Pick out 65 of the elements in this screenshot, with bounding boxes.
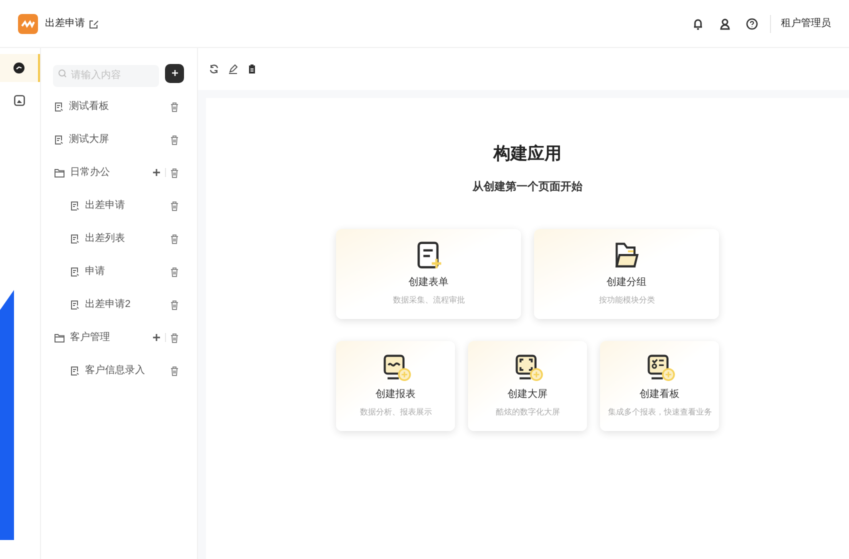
folder-icon — [54, 332, 65, 342]
trash-icon[interactable] — [170, 200, 179, 210]
card-title: 创建报表 — [376, 388, 416, 402]
card-description: 集成多个报表，快速查看业务 — [608, 406, 712, 418]
card-title: 创建看板 — [640, 388, 680, 402]
trash-icon[interactable] — [170, 168, 179, 178]
search-icon — [58, 69, 67, 78]
app-title: 出差申请 — [45, 16, 85, 31]
page-label[interactable]: 出差申请2 — [85, 297, 131, 312]
bell-icon[interactable] — [692, 18, 704, 30]
edit-icon[interactable] — [89, 18, 99, 28]
card-title: 创建大屏 — [508, 388, 548, 402]
document-icon — [70, 366, 80, 376]
create-card[interactable]: 创建表单 数据采集、流程审批 — [336, 229, 521, 319]
card-title: 创建表单 — [408, 276, 448, 290]
plus-icon[interactable] — [152, 333, 161, 342]
document-icon — [54, 102, 64, 112]
page-label[interactable]: 客户信息录入 — [85, 363, 145, 378]
document-icon — [70, 200, 80, 210]
screen-monitor-icon — [512, 353, 542, 383]
dashboard-monitor-icon — [644, 353, 674, 383]
add-button[interactable] — [165, 64, 184, 82]
card-description: 酷炫的数字化大屏 — [496, 406, 560, 418]
create-card[interactable]: 创建分组 按功能模块分类 — [534, 229, 719, 319]
chart-monitor-icon — [380, 353, 410, 383]
plus-icon[interactable] — [152, 168, 161, 177]
create-card[interactable]: 创建报表 数据分析、报表展示 — [336, 341, 455, 431]
folder-icon — [54, 168, 65, 178]
refresh-icon[interactable] — [209, 64, 219, 74]
document-icon — [70, 234, 80, 244]
app-logo — [18, 14, 38, 34]
document-icon — [70, 300, 80, 310]
card-title: 创建分组 — [606, 276, 646, 290]
help-icon[interactable] — [746, 18, 758, 30]
document-icon — [54, 134, 64, 144]
page-label[interactable]: 出差列表 — [85, 231, 125, 246]
page-label[interactable]: 申请 — [85, 264, 105, 279]
page-label[interactable]: 测试看板 — [69, 99, 109, 114]
create-card[interactable]: 创建看板 集成多个报表，快速查看业务 — [600, 341, 719, 431]
image-icon — [14, 94, 24, 106]
clipboard-icon[interactable] — [247, 64, 257, 74]
card-description: 按功能模块分类 — [598, 295, 654, 306]
nav-tab[interactable] — [0, 54, 40, 82]
page-label[interactable]: 出差申请 — [85, 198, 125, 213]
app-icon — [13, 62, 25, 74]
trash-icon[interactable] — [170, 366, 179, 376]
folder-label[interactable]: 日常办公 — [70, 165, 110, 180]
trash-icon[interactable] — [170, 102, 179, 112]
trash-icon[interactable] — [170, 332, 179, 342]
trash-icon[interactable] — [170, 134, 179, 144]
user-icon[interactable] — [719, 18, 731, 30]
create-card[interactable]: 创建大屏 酷炫的数字化大屏 — [468, 341, 587, 431]
page-label[interactable]: 测试大屏 — [69, 132, 109, 147]
plus-icon — [170, 69, 178, 77]
card-description: 数据分析、报表展示 — [360, 407, 432, 418]
folder-label[interactable]: 客户管理 — [70, 330, 110, 345]
page-heading: 构建应用 — [494, 143, 562, 165]
pen-icon[interactable] — [228, 64, 238, 74]
card-description: 数据采集、流程审批 — [392, 294, 464, 306]
trash-icon[interactable] — [170, 300, 179, 310]
trash-icon[interactable] — [170, 266, 179, 276]
trash-icon[interactable] — [170, 234, 179, 244]
user-name[interactable]: 租户管理员 — [781, 16, 831, 31]
document-icon — [70, 266, 80, 276]
page-subheading: 从创建第一个页面开始 — [472, 180, 582, 194]
